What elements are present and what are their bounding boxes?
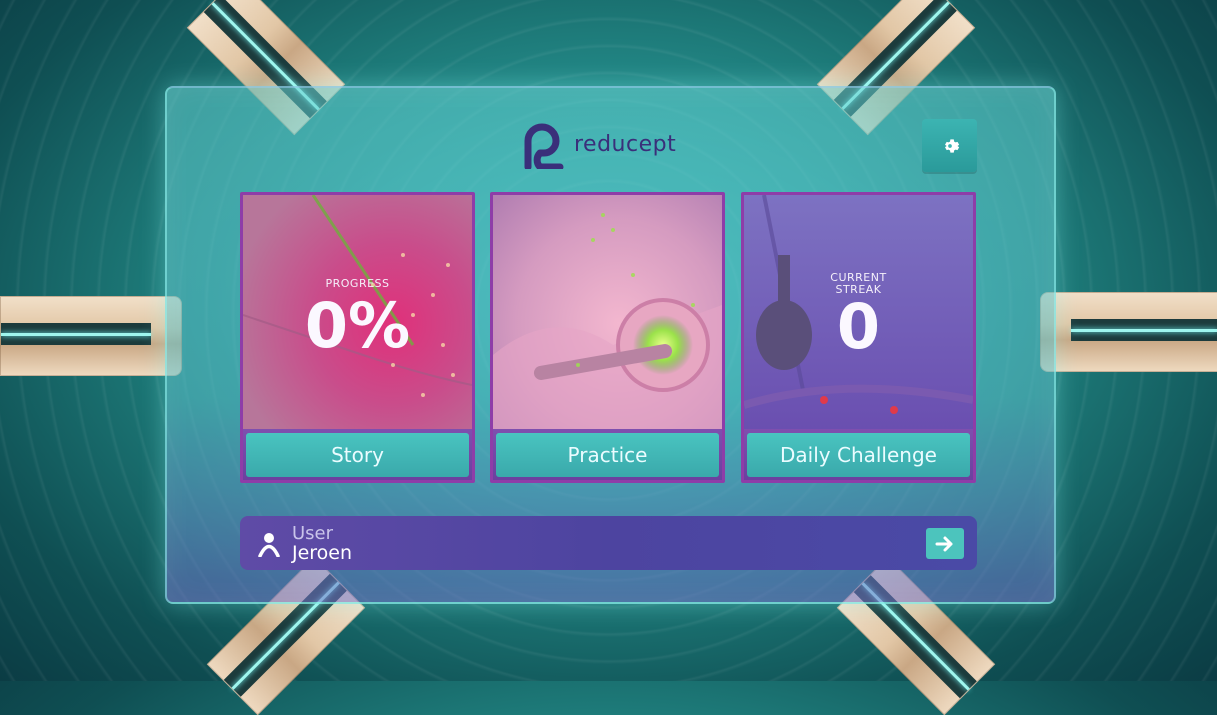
daily-challenge-card[interactable]: CURRENT STREAK 0 Daily Challenge: [741, 192, 976, 483]
probe-right: [1040, 292, 1217, 372]
daily-challenge-button[interactable]: Daily Challenge: [747, 433, 970, 477]
progress-value: 0%: [304, 289, 411, 362]
gear-icon: [944, 138, 959, 153]
user-label: User: [292, 523, 334, 544]
probe-left: [0, 296, 182, 376]
user-icon: [258, 533, 280, 557]
continue-button[interactable]: [926, 528, 964, 559]
brand-mark-icon: [524, 123, 564, 169]
brand-logo: reducept: [520, 118, 700, 170]
practice-button[interactable]: Practice: [496, 433, 719, 477]
story-button[interactable]: Story: [246, 433, 469, 477]
user-name: Jeroen: [292, 542, 353, 564]
settings-button[interactable]: [922, 119, 977, 172]
practice-artwork: [493, 195, 722, 429]
brand-name: reducept: [574, 131, 677, 157]
story-card[interactable]: PROGRESS 0% Story: [240, 192, 475, 483]
arrow-right-icon: [935, 536, 953, 551]
streak-value: 0: [836, 290, 881, 363]
practice-card[interactable]: Practice: [490, 192, 725, 483]
